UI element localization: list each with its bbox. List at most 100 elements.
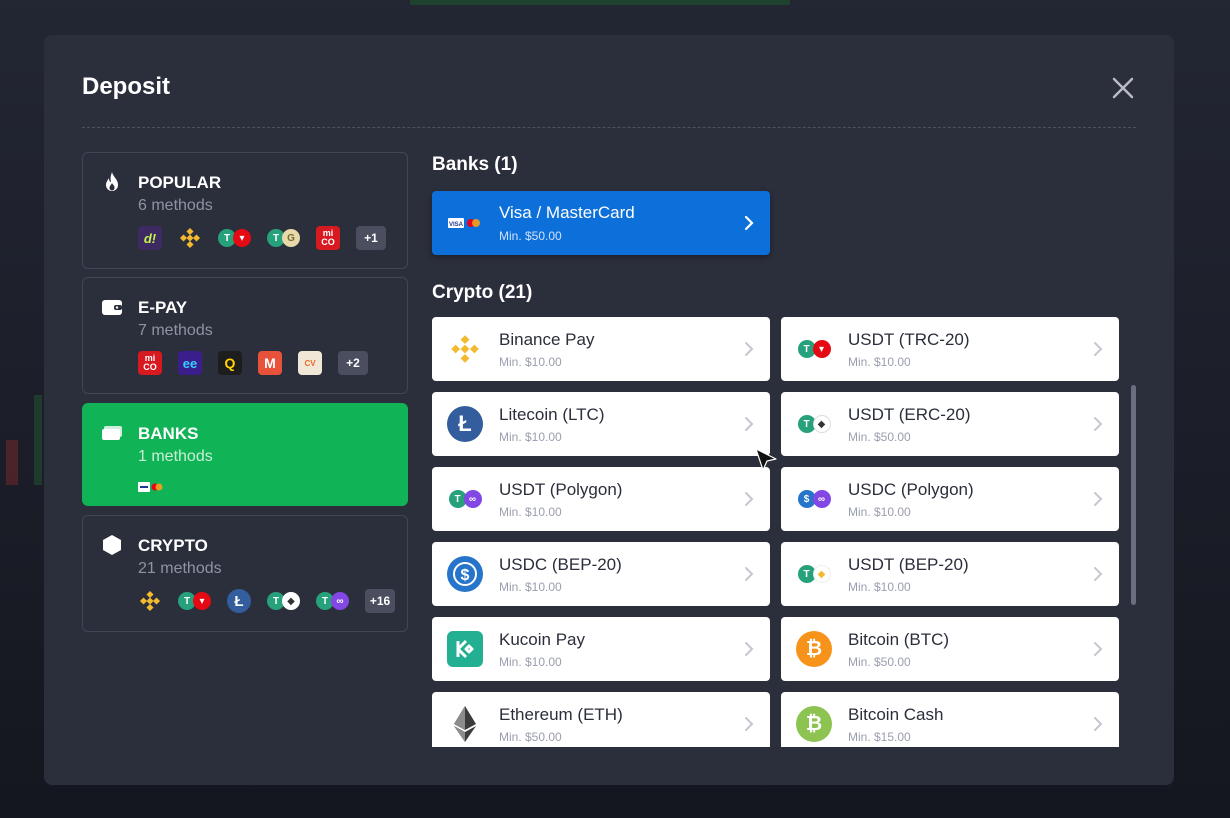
method-min: Min. $10.00	[499, 655, 562, 669]
header-divider	[82, 127, 1136, 128]
bitcoin-icon: ₿	[796, 631, 832, 667]
category-count: 7 methods	[138, 322, 213, 339]
usdt-trc20-icon: T ▾	[796, 331, 832, 367]
category-logos: d! T ▾ TG mi CO +1	[138, 225, 386, 251]
hexagon-icon	[103, 535, 121, 555]
method-litecoin[interactable]: Ł Litecoin (LTC) Min. $10.00	[432, 392, 770, 456]
chevron-right-icon	[745, 342, 754, 356]
binance-icon	[139, 590, 161, 612]
mico-icon: mi CO	[138, 351, 162, 375]
method-min: Min. $10.00	[499, 505, 562, 519]
method-name: Bitcoin Cash	[848, 705, 944, 724]
chevron-right-icon	[745, 417, 754, 431]
usdc-polygon-icon: $ ∞	[796, 481, 832, 517]
svg-text:VISA: VISA	[449, 222, 464, 228]
dlocal-icon: d!	[138, 226, 162, 250]
method-binance-pay[interactable]: Binance Pay Min. $10.00	[432, 317, 770, 381]
list-scrollbar[interactable]	[1131, 385, 1136, 605]
method-name: Kucoin Pay	[499, 630, 585, 649]
svg-text:$: $	[461, 567, 470, 584]
usdt-trc20-icon: T ▾	[218, 229, 251, 247]
background-candle	[6, 440, 18, 485]
chevron-right-icon	[1094, 342, 1103, 356]
mico-icon: mi CO	[316, 226, 340, 250]
method-name: Binance Pay	[499, 330, 595, 349]
litecoin-icon: Ł	[447, 406, 483, 442]
visa-mastercard-icon: VISA	[447, 205, 483, 241]
usdt-bep20-icon: T ◆	[796, 556, 832, 592]
category-name: BANKS	[138, 424, 199, 443]
category-name: CRYPTO	[138, 536, 208, 555]
kucoin-icon	[447, 631, 483, 667]
method-usdt-trc20[interactable]: T ▾ USDT (TRC-20) Min. $10.00	[781, 317, 1119, 381]
chevron-right-icon	[1094, 417, 1103, 431]
method-visa-mastercard[interactable]: VISA Visa / MasterCard Min. $50.00	[432, 191, 770, 255]
method-name: USDT (TRC-20)	[848, 330, 970, 349]
close-icon[interactable]	[1110, 75, 1136, 101]
method-min: Min. $10.00	[848, 355, 911, 369]
chevron-right-icon	[745, 642, 754, 656]
method-name: USDC (BEP-20)	[499, 555, 622, 574]
category-name: POPULAR	[138, 173, 222, 192]
category-name: E-PAY	[138, 298, 188, 317]
method-min: Min. $50.00	[848, 430, 911, 444]
litecoin-icon: Ł	[227, 589, 251, 613]
usdt-erc20-icon: T ◆	[267, 592, 300, 610]
method-bitcoin[interactable]: ₿ Bitcoin (BTC) Min. $50.00	[781, 617, 1119, 681]
card-stack-icon	[102, 426, 122, 440]
method-name: Litecoin (LTC)	[499, 405, 605, 424]
method-ethereum[interactable]: Ethereum (ETH) Min. $50.00	[432, 692, 770, 747]
method-usdt-polygon[interactable]: T ∞ USDT (Polygon) Min. $10.00	[432, 467, 770, 531]
visa-mastercard-icon	[138, 482, 163, 492]
category-count: 1 methods	[138, 448, 213, 465]
chevron-right-icon	[744, 215, 754, 231]
chevron-right-icon	[1094, 492, 1103, 506]
fire-icon	[106, 172, 118, 191]
category-count: 21 methods	[138, 560, 222, 577]
category-logos	[138, 474, 164, 500]
method-name: USDT (BEP-20)	[848, 555, 969, 574]
usdt-polygon-icon: T ∞	[316, 592, 349, 610]
cash-voucher-icon: CV	[298, 351, 322, 375]
category-crypto[interactable]: CRYPTO 21 methods T ▾ Ł T ◆ T ∞ +16	[82, 515, 408, 632]
wallet-icon	[102, 300, 122, 315]
method-bitcoin-cash[interactable]: ₿ Bitcoin Cash Min. $15.00	[781, 692, 1119, 747]
method-usdc-polygon[interactable]: $ ∞ USDC (Polygon) Min. $10.00	[781, 467, 1119, 531]
more-methods-badge: +1	[356, 226, 386, 250]
banks-section-title: Banks (1)	[432, 154, 518, 175]
binance-icon	[179, 227, 201, 249]
crypto-section-title: Crypto (21)	[432, 282, 533, 303]
modal-title: Deposit	[82, 73, 171, 100]
method-kucoin-pay[interactable]: Kucoin Pay Min. $10.00	[432, 617, 770, 681]
method-name: Bitcoin (BTC)	[848, 630, 950, 649]
method-name: Visa / MasterCard	[499, 203, 635, 222]
jeton-icon: Q	[218, 351, 242, 375]
method-usdc-bep20[interactable]: $ USDC (BEP-20) Min. $10.00	[432, 542, 770, 606]
method-name: Ethereum (ETH)	[499, 705, 623, 724]
method-min: Min. $50.00	[499, 229, 562, 243]
more-methods-badge: +2	[338, 351, 368, 375]
category-logos: T ▾ Ł T ◆ T ∞ +16	[138, 588, 395, 614]
crypto-methods-list[interactable]: Binance Pay Min. $10.00 T ▾ USDT (TRC-20)…	[432, 317, 1132, 747]
chevron-right-icon	[745, 567, 754, 581]
method-name: USDC (Polygon)	[848, 480, 974, 499]
chevron-right-icon	[1094, 642, 1103, 656]
method-min: Min. $10.00	[499, 355, 562, 369]
usdt-polygon-icon: T ∞	[447, 481, 483, 517]
method-min: Min. $10.00	[499, 580, 562, 594]
method-usdt-bep20[interactable]: T ◆ USDT (BEP-20) Min. $10.00	[781, 542, 1119, 606]
chevron-right-icon	[745, 492, 754, 506]
method-usdt-erc20[interactable]: T ◆ USDT (ERC-20) Min. $50.00	[781, 392, 1119, 456]
ecopayz-icon: ee	[178, 351, 202, 375]
chevron-right-icon	[1094, 717, 1103, 731]
category-epay[interactable]: E-PAY 7 methods mi CO ee Q M CV +2	[82, 277, 408, 394]
category-logos: mi CO ee Q M CV +2	[138, 350, 368, 376]
bitcoin-cash-icon: ₿	[796, 706, 832, 742]
method-name: USDT (ERC-20)	[848, 405, 971, 424]
ethereum-icon	[447, 706, 483, 742]
category-banks[interactable]: BANKS 1 methods	[82, 403, 408, 506]
category-popular[interactable]: POPULAR 6 methods d! T ▾ TG mi CO +1	[82, 152, 408, 269]
method-name: USDT (Polygon)	[499, 480, 623, 499]
chevron-right-icon	[745, 717, 754, 731]
method-min: Min. $10.00	[848, 505, 911, 519]
